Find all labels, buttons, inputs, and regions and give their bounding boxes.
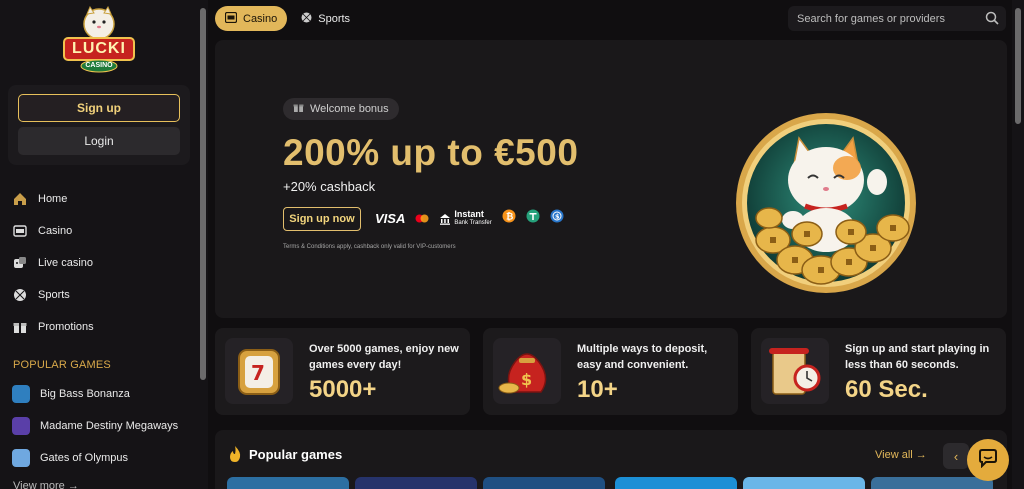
page-scrollbar-thumb[interactable] [1015,8,1021,124]
visa-logo: VISA [375,211,406,226]
svg-text:$: $ [555,213,560,221]
hero-banner: Welcome bonus 200% up to €500 +20% cashb… [215,40,1007,318]
game-card-thumbnail[interactable] [871,477,993,489]
stat-text: Sign up and start playing in less than 6… [845,343,990,371]
stat-card-games: 7 Over 5000 games, enjoy new games every… [215,328,470,415]
stat-text: Over 5000 games, enjoy new games every d… [309,343,459,371]
bank-transfer-label: Bank Transfer [454,219,492,226]
search-input[interactable]: Search for games or providers [788,6,1006,31]
sidebar-item-label: Home [38,193,68,205]
money-bag-icon: $ [493,338,561,404]
sidebar-item-live-casino[interactable]: Live casino [0,247,198,279]
usdc-icon: $ [550,209,564,228]
sidebar-game-big-bass-bonanza[interactable]: Big Bass Bonanza [0,378,198,410]
stat-card-signup-time: Sign up and start playing in less than 6… [751,328,1006,415]
lucky-cat-coins-illustration [733,110,919,296]
view-all-link[interactable]: View all → [875,449,927,461]
chevron-left-icon: ‹ [953,448,959,464]
tab-casino[interactable]: Casino [215,6,288,31]
lucki-casino-logo[interactable]: LUCKI CASINO [60,5,138,74]
game-thumbnail [12,385,30,403]
view-more-label: View more [13,480,65,489]
sidebar-item-home[interactable]: Home [0,183,198,215]
popular-games-heading: POPULAR GAMES [13,359,111,371]
fire-icon [227,445,243,468]
game-label: Madame Destiny Megaways [40,420,179,432]
dice-icon [12,255,28,271]
arrow-right-icon: → [67,480,79,489]
mastercard-icon [415,210,429,228]
sidebar-game-gates-of-olympus[interactable]: Gates of Olympus [0,442,198,474]
instant-label: Instant [454,208,484,219]
sign-up-now-button[interactable]: Sign up now [283,207,361,231]
tether-icon [526,209,540,228]
search-icon[interactable] [985,11,999,28]
payment-methods: VISA Instant Bank Transfer ₿ $ [375,209,564,228]
carousel-prev-button[interactable]: ‹ [943,443,969,469]
welcome-bonus-pill: Welcome bonus [283,98,399,120]
svg-text:7: 7 [251,361,265,385]
search-placeholder: Search for games or providers [797,12,945,25]
sidebar-nav: Home Casino Live casino Sports Promotion… [0,183,198,343]
auth-panel: Sign up Login [8,85,190,165]
sidebar-item-sports[interactable]: Sports [0,279,198,311]
sidebar: LUCKI CASINO Sign up Login Home Casino L… [0,0,198,489]
scroll-clock-icon [761,338,829,404]
stat-text: Multiple ways to deposit, easy and conve… [577,343,708,371]
sidebar-login-button[interactable]: Login [18,127,180,155]
tab-label: Sports [318,12,351,25]
slot-machine-icon [12,223,28,239]
logo-text: LUCKI [72,40,126,57]
hero-subline: +20% cashback [283,179,376,194]
slot-icon [224,11,238,26]
ball-icon [12,287,28,303]
sidebar-item-label: Casino [38,225,73,237]
arrow-right-icon: → [915,449,927,461]
sidebar-item-promotions[interactable]: Promotions [0,311,198,343]
sidebar-item-label: Sports [38,289,70,301]
stat-value: 5000+ [309,376,377,403]
game-label: Big Bass Bonanza [40,388,130,400]
live-chat-button[interactable] [967,439,1009,481]
instant-bank-transfer-icon: Instant Bank Transfer [439,208,492,228]
tab-label: Casino [243,12,278,25]
game-card-thumbnail[interactable] [355,477,477,489]
sidebar-game-madame-destiny[interactable]: Madame Destiny Megaways [0,410,198,442]
sidebar-item-label: Live casino [38,257,94,269]
sidebar-item-casino[interactable]: Casino [0,215,198,247]
game-thumbnail [12,417,30,435]
svg-text:$: $ [521,370,532,389]
svg-text:₿: ₿ [506,212,513,223]
game-card-thumbnail[interactable] [743,477,865,489]
bitcoin-icon: ₿ [502,209,516,228]
terms-text: Terms & Conditions apply, cashback only … [283,244,456,250]
hero-headline: 200% up to €500 [283,132,579,173]
game-label: Gates of Olympus [40,452,129,464]
ball-icon [301,12,312,26]
sidebar-signup-button[interactable]: Sign up [18,94,180,122]
tab-sports[interactable]: Sports [291,6,360,31]
welcome-bonus-label: Welcome bonus [310,103,389,115]
view-all-label: View all [875,449,913,461]
stat-value: 10+ [577,376,618,403]
logo-subtext: CASINO [85,62,113,69]
gift-icon [293,102,304,116]
home-icon [12,191,28,207]
gift-icon [12,319,28,335]
game-card-thumbnail[interactable] [227,477,349,489]
category-tabs: Casino Sports [215,6,360,32]
sidebar-item-label: Promotions [38,321,94,333]
sidebar-scrollbar-thumb[interactable] [200,8,206,380]
game-thumbnail [12,449,30,467]
game-card-thumbnail[interactable] [615,477,737,489]
stat-value: 60 Sec. [845,376,928,403]
popular-games-list: Big Bass Bonanza Madame Destiny Megaways… [0,378,198,474]
slot-reel-icon: 7 [225,338,293,404]
popular-games-title: Popular games [249,447,343,462]
stat-card-deposits: $ Multiple ways to deposit, easy and con… [483,328,738,415]
view-more-link[interactable]: View more → [13,480,79,489]
chat-bubble-icon [978,448,998,473]
popular-games-section: Popular games View all → ‹ [215,430,1007,489]
game-card-thumbnail[interactable] [483,477,605,489]
